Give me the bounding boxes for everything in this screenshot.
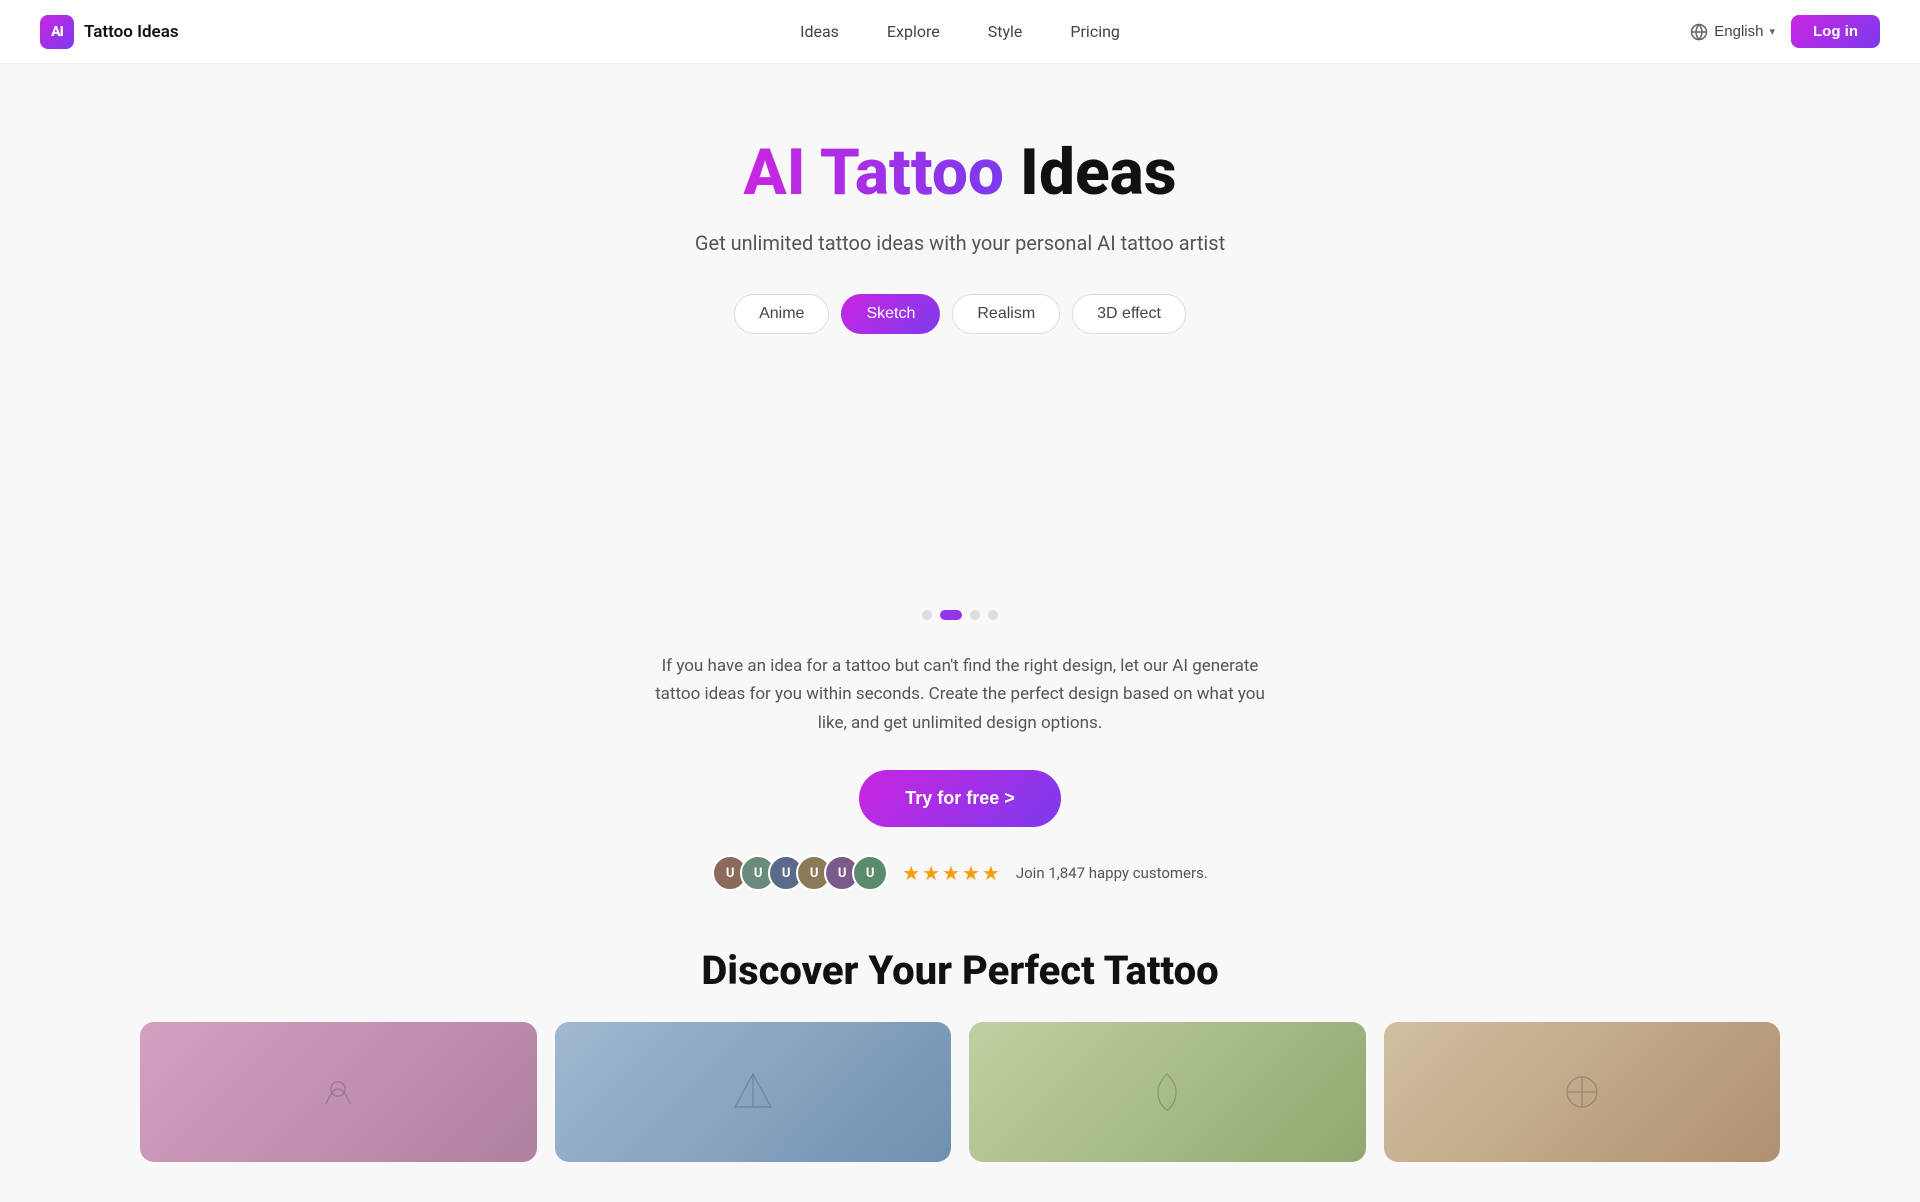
tattoo-sketch-icon-1 <box>308 1062 368 1122</box>
logo-area: AI Tattoo Ideas <box>40 15 179 49</box>
login-button[interactable]: Log in <box>1791 15 1880 48</box>
discover-card-2[interactable] <box>555 1022 952 1162</box>
pill-3d-effect[interactable]: 3D effect <box>1072 294 1186 334</box>
hero-subtitle: Get unlimited tattoo ideas with your per… <box>695 228 1225 258</box>
header-right: English ▾ Log in <box>1690 15 1880 48</box>
logo-icon: AI <box>40 15 74 49</box>
logo-text: Tattoo Ideas <box>84 22 179 42</box>
language-button[interactable]: English ▾ <box>1690 23 1775 41</box>
avatar-6: U <box>852 855 888 891</box>
carousel-dot-1[interactable] <box>922 610 932 620</box>
nav-item-pricing[interactable]: Pricing <box>1070 22 1120 41</box>
tattoo-sketch-icon-2 <box>723 1062 783 1122</box>
social-proof: U U U U U U ★★★★★ Join 1,847 happy custo… <box>712 855 1208 891</box>
hero-title: AI Tattoo Ideas <box>743 136 1176 210</box>
globe-icon <box>1690 23 1708 41</box>
description-block: If you have an idea for a tattoo but can… <box>640 652 1280 739</box>
main-content: AI Tattoo Ideas Get unlimited tattoo ide… <box>0 64 1920 1202</box>
discover-title: Discover Your Perfect Tattoo <box>140 947 1780 994</box>
avatar-group: U U U U U U <box>712 855 888 891</box>
discover-card-3[interactable] <box>969 1022 1366 1162</box>
style-pills: Anime Sketch Realism 3D effect <box>734 294 1186 334</box>
header: AI Tattoo Ideas Ideas Explore Style Pric… <box>0 0 1920 64</box>
carousel-dot-2[interactable] <box>940 610 962 620</box>
hero-title-plain: Ideas <box>1020 135 1177 210</box>
carousel-dot-4[interactable] <box>988 610 998 620</box>
tattoo-sketch-icon-3 <box>1137 1062 1197 1122</box>
hero-title-gradient: AI Tattoo <box>743 135 1004 210</box>
carousel-dots <box>922 610 998 620</box>
discover-card-4[interactable] <box>1384 1022 1781 1162</box>
main-nav: Ideas Explore Style Pricing <box>800 22 1120 41</box>
carousel-dot-3[interactable] <box>970 610 980 620</box>
social-proof-text: Join 1,847 happy customers. <box>1016 864 1208 882</box>
discover-grid <box>140 1022 1780 1162</box>
nav-item-explore[interactable]: Explore <box>887 22 940 41</box>
discover-section: Discover Your Perfect Tattoo <box>0 947 1920 1162</box>
carousel-area <box>510 370 1410 590</box>
nav-item-style[interactable]: Style <box>988 22 1023 41</box>
try-for-free-button[interactable]: Try for free > <box>859 770 1061 827</box>
language-label: English <box>1714 23 1763 40</box>
discover-card-1[interactable] <box>140 1022 537 1162</box>
hero-section: AI Tattoo Ideas Get unlimited tattoo ide… <box>0 64 1920 1202</box>
chevron-down-icon: ▾ <box>1769 25 1775 38</box>
pill-realism[interactable]: Realism <box>952 294 1060 334</box>
pill-anime[interactable]: Anime <box>734 294 829 334</box>
pill-sketch[interactable]: Sketch <box>841 294 940 334</box>
star-rating: ★★★★★ <box>902 861 1002 885</box>
description-text: If you have an idea for a tattoo but can… <box>640 652 1280 739</box>
nav-item-ideas[interactable]: Ideas <box>800 22 839 41</box>
tattoo-sketch-icon-4 <box>1552 1062 1612 1122</box>
